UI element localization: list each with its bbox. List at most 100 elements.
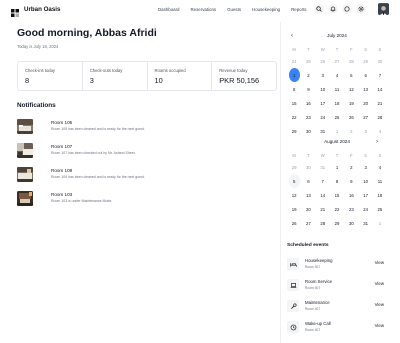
- calendar-day[interactable]: 24: [316, 110, 330, 124]
- calendar-day[interactable]: 20: [301, 202, 315, 216]
- selected-day[interactable]: 1: [288, 68, 300, 82]
- calendar-day[interactable]: 3: [316, 68, 330, 82]
- calendar-day[interactable]: 5: [344, 68, 358, 82]
- calendar-day[interactable]: 6: [301, 174, 315, 188]
- calendar-day[interactable]: 21: [316, 202, 330, 216]
- calendar-day[interactable]: 16: [344, 188, 358, 202]
- calendar-day[interactable]: 13: [301, 188, 315, 202]
- calendar-day[interactable]: 30: [301, 124, 315, 138]
- calendar-day[interactable]: 9: [301, 82, 315, 96]
- calendar-day[interactable]: 22: [330, 202, 344, 216]
- bell-icon[interactable]: [328, 4, 338, 14]
- calendar-day[interactable]: 29: [287, 160, 301, 174]
- calendar-day[interactable]: 28: [344, 54, 358, 68]
- calendar-day[interactable]: 17: [358, 188, 372, 202]
- search-icon[interactable]: [314, 4, 324, 14]
- calendar-day[interactable]: 8: [287, 82, 301, 96]
- nav-dashboard[interactable]: Dashboard: [158, 5, 179, 15]
- calendar-day[interactable]: 8: [330, 174, 344, 188]
- calendar-day[interactable]: 26: [344, 110, 358, 124]
- brand-name[interactable]: Urban Oasis: [24, 5, 60, 15]
- calendar-day[interactable]: 23: [301, 110, 315, 124]
- calendar-day[interactable]: 4: [373, 124, 387, 138]
- notification-item[interactable]: Room 105 Room 105 has been cleaned and i…: [17, 119, 267, 137]
- nav-guests[interactable]: Guests: [227, 5, 241, 15]
- calendar-day[interactable]: 29: [287, 124, 301, 138]
- calendar-day[interactable]: 21: [373, 96, 387, 110]
- calendar-day[interactable]: 23: [344, 202, 358, 216]
- calendar-day[interactable]: 30: [373, 54, 387, 68]
- calendar-day[interactable]: 28: [373, 110, 387, 124]
- notification-item[interactable]: Room 103 Room 103 is under Maintenance M…: [17, 191, 267, 209]
- view-button[interactable]: View: [375, 302, 384, 307]
- user-avatar[interactable]: [378, 3, 389, 15]
- calendar-day[interactable]: 29: [330, 216, 344, 230]
- calendar-day[interactable]: 12: [344, 82, 358, 96]
- calendar-day[interactable]: 2: [344, 160, 358, 174]
- calendar-day[interactable]: 10: [316, 82, 330, 96]
- calendar-day[interactable]: 7: [373, 68, 387, 82]
- view-button[interactable]: View: [375, 260, 384, 265]
- calendar-day[interactable]: 27: [301, 216, 315, 230]
- calendar-day[interactable]: 16: [301, 96, 315, 110]
- calendar-day[interactable]: 27: [358, 110, 372, 124]
- calendar-day[interactable]: 15: [330, 188, 344, 202]
- calendar-day[interactable]: 13: [358, 82, 372, 96]
- calendar-day[interactable]: 18: [330, 96, 344, 110]
- calendar-day[interactable]: 29: [358, 54, 372, 68]
- calendar-day[interactable]: 2: [344, 124, 358, 138]
- calendar-day[interactable]: 25: [330, 110, 344, 124]
- calendar-day[interactable]: 31: [316, 124, 330, 138]
- calendar-day[interactable]: 30: [344, 216, 358, 230]
- calendar-day[interactable]: 1: [330, 124, 344, 138]
- calendar-day[interactable]: 28: [316, 216, 330, 230]
- logo-icon[interactable]: [10, 5, 20, 17]
- calendar-day[interactable]: 26: [316, 54, 330, 68]
- chevron-right-icon[interactable]: ›: [376, 138, 378, 146]
- nav-reservations[interactable]: Reservations: [190, 5, 216, 15]
- calendar-day[interactable]: 10: [358, 174, 372, 188]
- calendar-day[interactable]: 11: [373, 174, 387, 188]
- calendar-day[interactable]: 6: [358, 68, 372, 82]
- calendar-day[interactable]: 11: [330, 82, 344, 96]
- calendar-day[interactable]: 20: [358, 96, 372, 110]
- calendar-day[interactable]: 31: [316, 160, 330, 174]
- notification-item[interactable]: Room 107 Room 107 has been checked out b…: [17, 143, 267, 161]
- calendar-day[interactable]: 31: [358, 216, 372, 230]
- settings-icon[interactable]: [356, 4, 366, 14]
- calendar-day[interactable]: 14: [373, 82, 387, 96]
- calendar-day[interactable]: 14: [316, 188, 330, 202]
- calendar-day[interactable]: 4: [373, 160, 387, 174]
- calendar-day[interactable]: 19: [344, 96, 358, 110]
- calendar-day[interactable]: 18: [373, 188, 387, 202]
- calendar-day[interactable]: 19: [287, 202, 301, 216]
- calendar-day[interactable]: 9: [344, 174, 358, 188]
- calendar-day[interactable]: 3: [358, 124, 372, 138]
- notification-item[interactable]: Room 109 Room 109 has been cleaned and i…: [17, 167, 267, 185]
- calendar-day[interactable]: 12: [287, 188, 301, 202]
- calendar-day[interactable]: 24: [358, 202, 372, 216]
- calendar-day[interactable]: 7: [316, 174, 330, 188]
- selected-day[interactable]: 5: [288, 174, 300, 188]
- calendar-day[interactable]: 2: [301, 68, 315, 82]
- calendar-day[interactable]: 30: [301, 160, 315, 174]
- calendar-day[interactable]: 22: [287, 110, 301, 124]
- calendar-day[interactable]: 1: [330, 160, 344, 174]
- calendar-day[interactable]: 3: [358, 160, 372, 174]
- chat-icon[interactable]: [342, 4, 352, 14]
- calendar-day[interactable]: 24: [287, 54, 301, 68]
- calendar-day[interactable]: 25: [301, 54, 315, 68]
- calendar-day[interactable]: 1: [373, 216, 387, 230]
- calendar-day[interactable]: 25: [373, 202, 387, 216]
- view-button[interactable]: View: [375, 281, 384, 286]
- calendar-day[interactable]: 1: [287, 68, 301, 82]
- calendar-day[interactable]: 15: [287, 96, 301, 110]
- calendar-day[interactable]: 17: [316, 96, 330, 110]
- nav-housekeeping[interactable]: Housekeeping: [252, 5, 280, 15]
- view-button[interactable]: View: [375, 323, 384, 328]
- calendar-day[interactable]: 4: [330, 68, 344, 82]
- calendar-day[interactable]: 26: [287, 216, 301, 230]
- nav-reports[interactable]: Reports: [291, 5, 306, 15]
- calendar-day[interactable]: 27: [330, 54, 344, 68]
- calendar-day[interactable]: 5: [287, 174, 301, 188]
